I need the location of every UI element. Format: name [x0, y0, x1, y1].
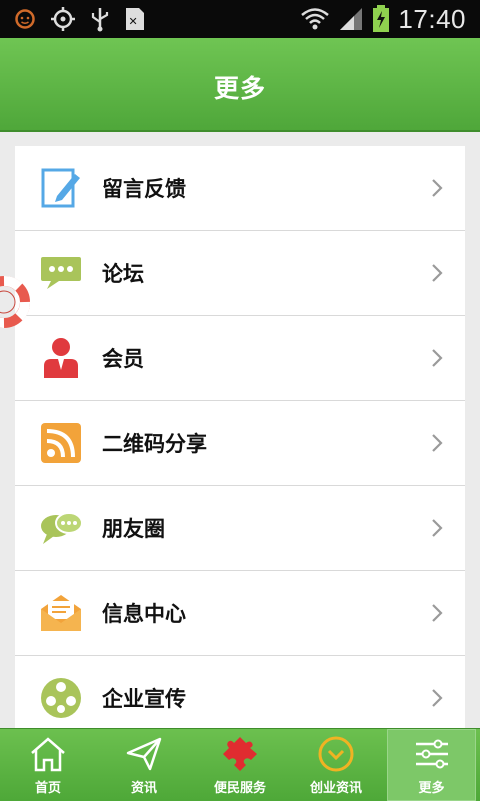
chevron-right-icon — [432, 349, 443, 367]
tab-more[interactable]: 更多 — [387, 729, 476, 801]
menu-item-info-center[interactable]: 信息中心 — [15, 571, 465, 656]
floating-lifebuoy-icon[interactable] — [0, 276, 30, 328]
edit-note-icon — [41, 168, 80, 208]
tab-label: 创业资讯 — [309, 781, 362, 796]
menu-item-feedback[interactable]: 留言反馈 — [15, 146, 465, 231]
usb-icon — [91, 8, 109, 32]
chevron-right-icon — [432, 519, 443, 537]
page-title: 更多 — [213, 74, 266, 103]
member-icon — [44, 338, 78, 378]
chevron-right-icon — [432, 179, 443, 197]
status-time: 17:40 — [398, 3, 466, 34]
menu-item-label: 信息中心 — [102, 602, 186, 626]
film-reel-icon — [41, 678, 81, 718]
chevron-right-icon — [432, 264, 443, 282]
menu-item-label: 企业宣传 — [102, 687, 186, 711]
tab-services[interactable]: 便民服务 — [192, 729, 288, 801]
home-icon — [31, 737, 65, 772]
tab-startup-news[interactable]: 创业资讯 — [288, 729, 384, 801]
paper-plane-icon — [126, 737, 162, 771]
battery-charging-icon — [373, 5, 390, 32]
chevron-right-icon — [432, 434, 443, 452]
menu-item-label: 论坛 — [102, 262, 144, 286]
puzzle-icon — [223, 737, 257, 771]
menu-item-label: 会员 — [102, 347, 144, 371]
clock-icon — [318, 736, 354, 772]
tab-label: 资讯 — [130, 781, 157, 796]
sim-card-icon: ✕ — [126, 8, 144, 30]
signal-icon — [340, 8, 363, 30]
menu-item-forum[interactable]: 论坛 — [15, 231, 465, 316]
rss-icon — [41, 423, 81, 463]
wifi-icon — [301, 8, 330, 30]
sliders-icon — [415, 739, 448, 769]
menu-list: 留言反馈 论坛 会员 二维码分享 朋友圈 信息中心 企业宣传 — [15, 146, 465, 730]
tab-home[interactable]: 首页 — [0, 729, 96, 801]
friends-chat-icon — [41, 512, 83, 544]
tab-label: 更多 — [418, 781, 445, 796]
menu-item-qrcode-share[interactable]: 二维码分享 — [15, 401, 465, 486]
envelope-icon — [41, 595, 81, 631]
menu-item-label: 留言反馈 — [102, 177, 186, 201]
top-header: 更多 — [0, 38, 480, 132]
svg-text:✕: ✕ — [129, 15, 138, 28]
menu-item-label: 二维码分享 — [102, 432, 207, 456]
tab-news[interactable]: 资讯 — [96, 729, 192, 801]
menu-item-label: 朋友圈 — [102, 517, 165, 541]
tab-label: 首页 — [34, 781, 61, 796]
notification-face-icon — [15, 9, 35, 29]
chevron-right-icon — [432, 604, 443, 622]
chat-bubble-icon — [41, 257, 81, 289]
status-bar: ✕ 17:40 — [0, 0, 480, 38]
bottom-tab-bar: 首页 资讯 便民服务 创业资讯 更多 — [0, 728, 480, 801]
tab-label: 便民服务 — [213, 781, 266, 796]
menu-item-company-promo[interactable]: 企业宣传 — [15, 656, 465, 730]
menu-item-moments[interactable]: 朋友圈 — [15, 486, 465, 571]
chevron-right-icon — [432, 689, 443, 707]
gps-icon — [51, 7, 75, 31]
menu-item-member[interactable]: 会员 — [15, 316, 465, 401]
